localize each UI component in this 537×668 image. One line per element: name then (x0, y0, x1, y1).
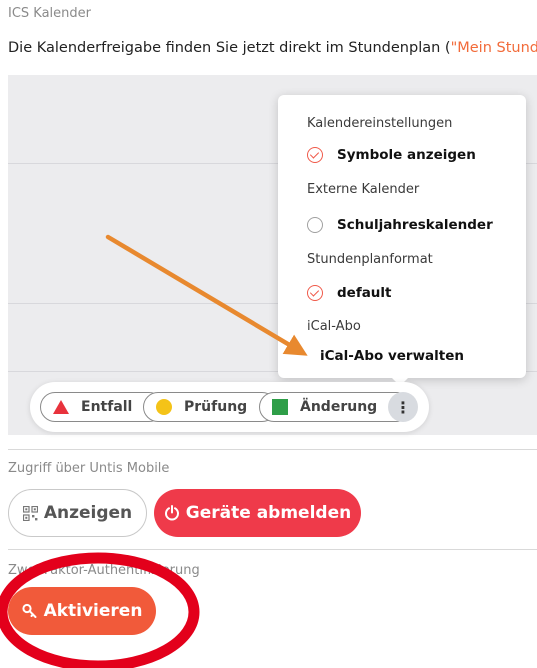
legend-label: Prüfung (184, 399, 248, 415)
logout-devices-button[interactable]: Geräte abmelden (154, 489, 361, 537)
menu-heading-settings: Kalendereinstellungen (307, 116, 453, 131)
calendar-settings-menu: Kalendereinstellungen Symbole anzeigen E… (278, 95, 526, 386)
legend-label: Änderung (300, 399, 378, 415)
option-label: Schuljahreskalender (337, 217, 493, 233)
intro-text-main: Die Kalenderfreigabe finden Sie jetzt di… (8, 40, 451, 56)
checked-circle-icon (307, 147, 323, 163)
ical-manage-item[interactable]: iCal-Abo verwalten (320, 348, 464, 364)
option-label: Symbole anzeigen (337, 147, 476, 163)
intro-link[interactable]: "Mein Stunder (451, 40, 537, 56)
option-format-default[interactable]: default (307, 285, 392, 301)
unchecked-circle-icon (307, 217, 323, 233)
button-label: Anzeigen (43, 503, 133, 523)
menu-heading-format: Stundenplanformat (307, 252, 433, 267)
divider (8, 549, 537, 550)
legend-exam[interactable]: Prüfung (143, 392, 277, 422)
legend-bar: Entfall Prüfung Änderung ⋮ (30, 382, 429, 432)
activate-2fa-button[interactable]: Aktivieren (8, 587, 156, 635)
intro-text: Die Kalenderfreigabe finden Sie jetzt di… (8, 40, 537, 56)
warning-triangle-icon (53, 400, 69, 414)
two-factor-title: Zwei-Faktor-Authentifizierung (8, 563, 200, 578)
power-icon (164, 505, 179, 521)
qr-code-icon (22, 505, 38, 521)
show-qr-button[interactable]: Anzeigen (8, 489, 147, 537)
menu-heading-ical: iCal-Abo (307, 319, 361, 334)
option-show-symbols[interactable]: Symbole anzeigen (307, 147, 476, 163)
untis-mobile-title: Zugriff über Untis Mobile (8, 461, 170, 476)
option-label: default (337, 285, 392, 301)
yellow-dot-icon (156, 399, 172, 415)
menu-heading-external: Externe Kalender (307, 182, 420, 197)
checked-circle-icon (307, 285, 323, 301)
ics-section-title: ICS Kalender (8, 6, 92, 21)
button-label: Geräte abmelden (185, 503, 352, 523)
button-label: Aktivieren (43, 601, 143, 621)
legend-label: Entfall (81, 399, 133, 415)
divider (8, 449, 537, 450)
green-square-icon (272, 399, 288, 415)
key-icon (21, 603, 37, 618)
more-options-button[interactable]: ⋮ (388, 392, 418, 422)
option-school-year-calendar[interactable]: Schuljahreskalender (307, 217, 493, 233)
